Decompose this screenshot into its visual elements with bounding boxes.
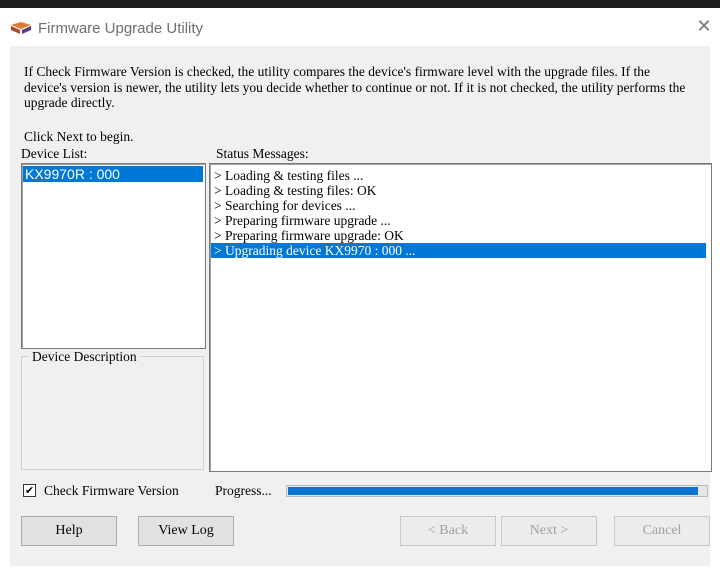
- status-messages-label: Status Messages:: [216, 146, 309, 161]
- status-message: > Preparing firmware upgrade: OK: [214, 228, 404, 243]
- progress-label: Progress...: [215, 483, 272, 498]
- device-list[interactable]: KX9970R : 000: [21, 163, 206, 349]
- device-description-group: [21, 356, 204, 470]
- cancel-button[interactable]: Cancel: [614, 516, 710, 546]
- next-button[interactable]: Next >: [501, 516, 597, 546]
- check-firmware-label[interactable]: Check Firmware Version: [44, 483, 179, 499]
- device-list-label: Device List:: [21, 146, 88, 161]
- help-button[interactable]: Help: [21, 516, 117, 546]
- check-firmware-checkbox[interactable]: ✔: [23, 484, 36, 497]
- firmware-app-icon: [11, 22, 31, 34]
- title-bar[interactable]: Firmware Upgrade Utility ✕: [0, 8, 720, 46]
- progress-bar-fill: [288, 487, 698, 495]
- device-description-label: Device Description: [29, 349, 140, 365]
- status-messages-list[interactable]: > Loading & testing files ... > Loading …: [209, 163, 712, 472]
- status-message: > Preparing firmware upgrade ...: [214, 213, 391, 228]
- view-log-button[interactable]: View Log: [138, 516, 234, 546]
- begin-instruction: Click Next to begin.: [24, 129, 134, 144]
- back-button[interactable]: < Back: [400, 516, 496, 546]
- status-message: > Loading & testing files ...: [214, 168, 364, 183]
- close-icon[interactable]: ✕: [690, 13, 718, 41]
- device-list-item[interactable]: KX9970R : 000: [23, 166, 203, 182]
- status-message: > Loading & testing files: OK: [214, 183, 377, 198]
- status-message: > Searching for devices ...: [214, 198, 356, 213]
- status-message-selected[interactable]: > Upgrading device KX9970 : 000 ...: [211, 243, 706, 258]
- info-text: If Check Firmware Version is checked, th…: [24, 64, 686, 110]
- window-title: Firmware Upgrade Utility: [38, 20, 204, 37]
- progress-bar: [286, 485, 708, 497]
- top-edge-strip: [0, 0, 720, 8]
